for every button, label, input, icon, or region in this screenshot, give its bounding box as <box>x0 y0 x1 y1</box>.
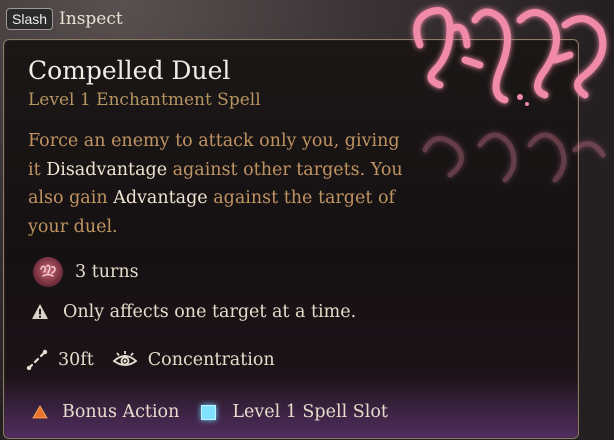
inspect-label: Inspect <box>59 9 123 29</box>
duration-text: 3 turns <box>75 262 139 282</box>
spell-description: Force an enemy to attack only you, givin… <box>28 127 408 241</box>
range-row: 30ft Concentration <box>26 349 275 371</box>
range-text: 30ft <box>58 350 94 370</box>
disadvantage-keyword[interactable]: Disadvantage <box>46 160 167 180</box>
key-hint-badge: Slash <box>6 8 54 30</box>
concentration-text: Concentration <box>147 350 275 370</box>
bonus-action-triangle-icon <box>32 405 48 419</box>
advantage-keyword[interactable]: Advantage <box>113 188 207 208</box>
warning-row: Only affects one target at a time. <box>31 302 356 322</box>
duration-row: 3 turns <box>33 257 139 287</box>
compelled-duel-glyph-icon <box>413 7 607 183</box>
action-cost-text: Bonus Action <box>62 402 180 422</box>
warning-icon <box>32 304 48 319</box>
spell-slot-square-icon <box>201 404 217 420</box>
range-icon <box>26 349 48 371</box>
cost-row: Bonus Action Level 1 Spell Slot <box>32 402 388 422</box>
resource-cost-text: Level 1 Spell Slot <box>232 402 388 422</box>
spell-title: Compelled Duel <box>28 56 231 85</box>
concentration-eye-icon <box>112 351 138 366</box>
warning-text: Only affects one target at a time. <box>63 302 357 322</box>
spell-subtitle: Level 1 Enchantment Spell <box>28 90 261 110</box>
inspect-hint: Slash Inspect <box>6 6 123 32</box>
duration-glyph-icon <box>33 257 63 287</box>
